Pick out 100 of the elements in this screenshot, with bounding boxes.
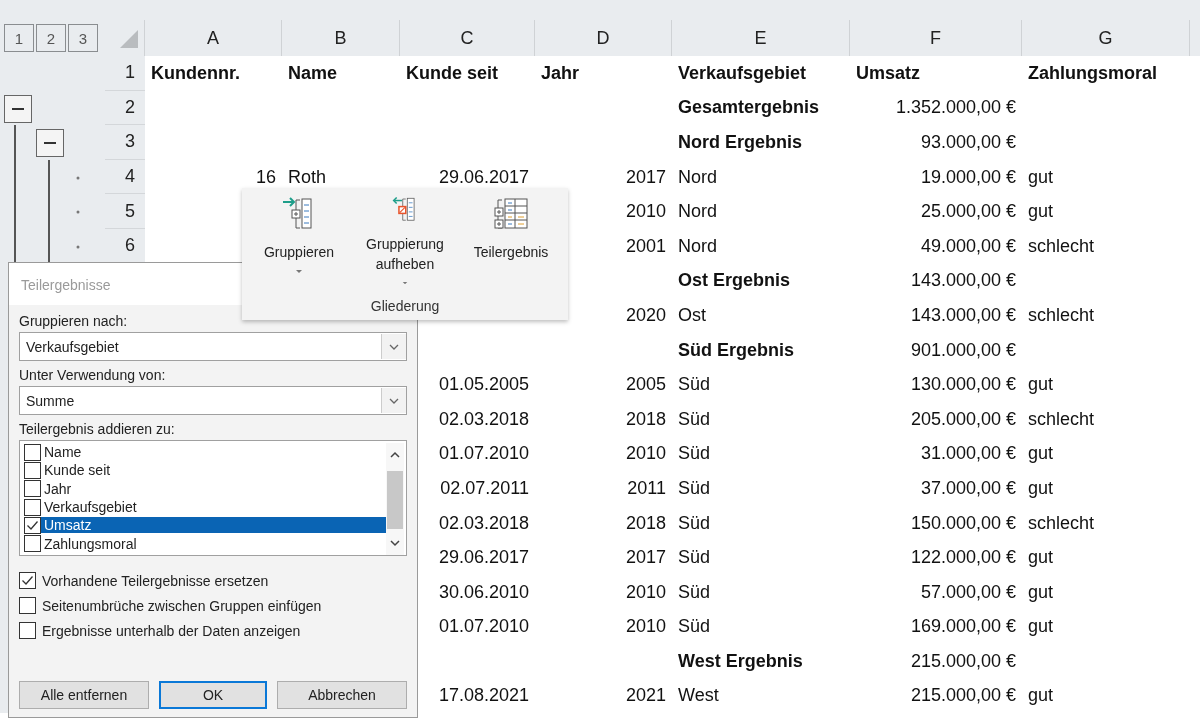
dialog-button[interactable]: OK — [159, 681, 267, 709]
checkbox[interactable] — [24, 516, 41, 534]
checkbox[interactable] — [24, 498, 41, 516]
list-item[interactable]: Kunde seit — [22, 461, 386, 480]
list-item[interactable]: Zahlungsmoral — [22, 534, 386, 553]
list-item[interactable]: Verkaufsgebiet — [22, 498, 386, 517]
list-item[interactable]: Jahr — [22, 479, 386, 498]
table-cell: 2010 — [625, 201, 666, 223]
table-cell: 01.07.2010 — [438, 443, 529, 465]
checkbox-label[interactable]: Seitenumbrüche zwischen Gruppen einfügen — [42, 597, 322, 614]
column-title: Kunde seit — [406, 62, 498, 84]
table-cell: 2005 — [625, 374, 666, 396]
table-cell: Roth — [288, 166, 327, 188]
table-cell: Gesamtergebnis — [678, 97, 820, 119]
dialog-button[interactable]: Alle entfernen — [19, 681, 149, 709]
table-cell: 1.352.000,00 € — [895, 97, 1016, 119]
table-cell: 16 — [255, 166, 276, 188]
table-cell: Nord Ergebnis — [678, 132, 802, 153]
outline-level-button[interactable]: 2 — [36, 24, 66, 52]
table-cell: 2021 — [625, 685, 666, 707]
column-header[interactable]: E — [672, 20, 850, 56]
checkbox-label[interactable]: Ergebnisse unterhalb der Daten anzeigen — [42, 622, 301, 639]
table-cell: 901.000,00 € — [910, 339, 1016, 361]
column-header[interactable]: C — [400, 20, 535, 56]
table-cell: 205.000,00 € — [910, 408, 1016, 430]
table-cell: Süd — [678, 616, 711, 638]
table-cell: 2018 — [625, 408, 666, 430]
table-cell: 29.06.2017 — [438, 166, 529, 188]
field-label: Gruppieren nach: — [19, 313, 129, 329]
outline-table-icon — [494, 196, 528, 230]
table-cell: 30.06.2010 — [438, 581, 529, 603]
column-header[interactable]: G — [1022, 20, 1190, 56]
table-cell: Süd — [678, 443, 711, 465]
table-cell: 19.000,00 € — [920, 166, 1016, 188]
table-cell: 02.03.2018 — [438, 408, 529, 430]
outline-level-button[interactable]: 1 — [4, 24, 34, 52]
dropdown-field[interactable]: Verkaufsgebiet — [19, 332, 407, 361]
table-cell: 29.06.2017 — [438, 547, 529, 569]
table-cell: 25.000,00 € — [920, 201, 1016, 223]
checkbox[interactable] — [19, 572, 36, 589]
dialog-button[interactable]: Abbrechen — [277, 681, 407, 709]
column-title: Kundennr. — [151, 62, 240, 84]
column-header[interactable]: A — [145, 20, 282, 56]
collapse-button[interactable] — [36, 129, 64, 158]
table-cell: Nord — [678, 201, 717, 223]
table-cell: gut — [1028, 547, 1054, 569]
minus-icon — [12, 107, 24, 110]
checkbox[interactable] — [24, 462, 41, 479]
table-cell: Nord — [678, 166, 717, 188]
table-cell: 93.000,00 € — [920, 132, 1016, 153]
checkbox[interactable] — [19, 597, 36, 614]
table-cell: 2010 — [625, 616, 666, 638]
table-cell: gut — [1028, 201, 1054, 223]
table-cell: 17.08.2021 — [438, 685, 529, 707]
checkbox[interactable] — [24, 480, 41, 498]
checkbox[interactable] — [24, 535, 41, 553]
table-cell: schlecht — [1028, 512, 1095, 534]
table-cell: gut — [1028, 581, 1054, 603]
table-cell: 2011 — [627, 477, 666, 499]
dropdown-field[interactable]: Summe — [19, 386, 407, 415]
table-cell: Süd — [678, 408, 711, 430]
row-header[interactable]: 4 — [105, 159, 145, 195]
row-header[interactable]: 1 — [105, 56, 145, 91]
table-cell: 2017 — [625, 547, 666, 569]
table-cell: gut — [1028, 616, 1054, 638]
table-cell: 01.05.2005 — [438, 374, 529, 396]
row-header[interactable]: 5 — [105, 194, 145, 229]
table-cell: gut — [1028, 685, 1054, 707]
checkbox-label[interactable]: Vorhandene Teilergebnisse ersetzen — [42, 572, 269, 589]
table-cell: 02.07.2011 — [440, 477, 529, 499]
checkbox[interactable] — [24, 443, 41, 461]
table-cell: 143.000,00 € — [910, 304, 1016, 326]
checkbox[interactable] — [19, 622, 36, 639]
table-cell: Süd — [678, 512, 711, 534]
column-header[interactable]: D — [535, 20, 672, 56]
collapse-button[interactable] — [4, 94, 32, 123]
row-header[interactable]: 2 — [105, 90, 145, 126]
table-cell: 37.000,00 € — [920, 477, 1016, 499]
table-cell: gut — [1028, 374, 1054, 396]
table-cell: 2010 — [625, 443, 666, 465]
column-title: Umsatz — [856, 62, 921, 84]
table-cell: 122.000,00 € — [910, 547, 1016, 569]
column-title: Verkaufsgebiet — [678, 62, 807, 84]
column-header[interactable]: B — [282, 20, 400, 56]
table-cell: 02.03.2018 — [438, 512, 529, 534]
table-cell: Nord — [678, 235, 717, 257]
table-cell: schlecht — [1028, 304, 1095, 326]
list-item[interactable]: Name — [22, 443, 386, 462]
column-header[interactable]: F — [850, 20, 1022, 56]
outline-level-button[interactable]: 3 — [68, 24, 98, 52]
table-cell: Süd — [678, 581, 711, 603]
table-cell: Süd — [678, 374, 711, 396]
table-cell: 143.000,00 € — [910, 270, 1016, 292]
field-label: Teilergebnis addieren zu: — [19, 421, 176, 437]
table-cell: schlecht — [1028, 235, 1095, 257]
table-cell: gut — [1028, 477, 1054, 499]
table-cell: schlecht — [1028, 408, 1095, 430]
ribbon-button[interactable]: Teilergebnis — [460, 194, 562, 286]
table-cell: 57.000,00 € — [920, 581, 1016, 603]
row-header[interactable]: 3 — [105, 125, 145, 160]
